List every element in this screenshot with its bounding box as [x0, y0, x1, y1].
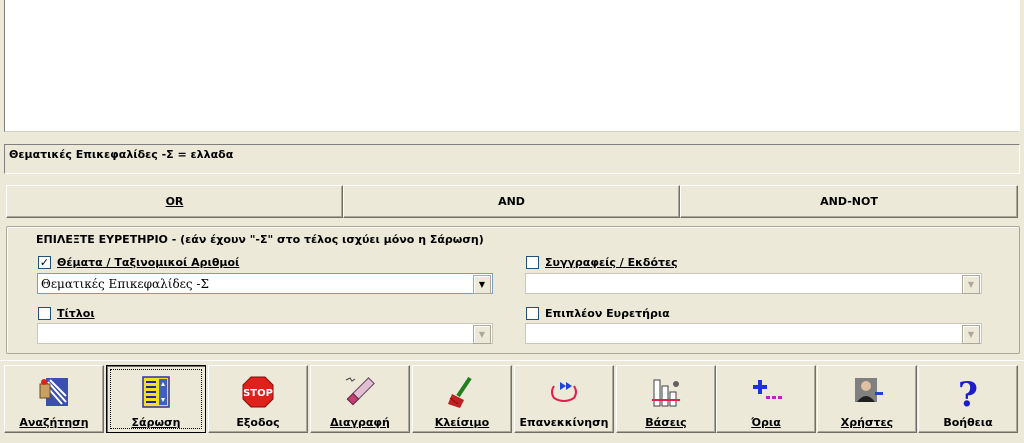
- close-button-label: Κλείσιμο: [434, 416, 490, 429]
- search-button-label: Αναζήτηση: [19, 416, 89, 429]
- subjects-select[interactable]: Θεματικές Επικεφαλίδες -Σ ▼: [37, 273, 493, 294]
- stop-icon: STOP: [242, 376, 274, 408]
- more-indexes-label: Επιπλέον Ευρετήρια: [545, 307, 670, 320]
- close-button[interactable]: Κλείσιμο: [412, 365, 512, 433]
- users-button-label: Χρήστες: [840, 416, 894, 429]
- delete-button-label: Διαγραφή: [330, 416, 390, 429]
- help-button-label: Βοήθεια: [943, 416, 993, 429]
- help-button[interactable]: ? Βοήθεια: [918, 365, 1018, 433]
- users-button[interactable]: Χρήστες: [817, 365, 917, 433]
- chevron-down-icon[interactable]: ▼: [962, 325, 980, 344]
- restart-icon: [551, 382, 577, 402]
- limits-button-label: Όρια: [751, 416, 781, 429]
- and-button-label: AND: [498, 195, 525, 208]
- more-indexes-select[interactable]: ▼: [525, 323, 982, 344]
- check-mark-icon: ✓: [39, 256, 50, 269]
- subjects-label: Θέματα / Ταξινομικοί Αριθμοί: [57, 256, 240, 269]
- browse-icon: [142, 376, 170, 408]
- users-icon: [855, 378, 883, 402]
- databases-button[interactable]: Βάσεις: [616, 365, 716, 433]
- authors-label: Συγγραφείς / Εκδότες: [545, 256, 678, 269]
- chevron-down-icon[interactable]: ▼: [473, 325, 491, 344]
- and-not-button-label: AND-NOT: [820, 195, 878, 208]
- and-button[interactable]: AND: [343, 185, 680, 218]
- limits-button[interactable]: Όρια: [716, 365, 816, 433]
- restart-button-label: Επανεκκίνηση: [519, 416, 609, 429]
- chevron-down-icon[interactable]: ▼: [962, 275, 980, 294]
- and-not-button[interactable]: AND-NOT: [680, 185, 1018, 218]
- or-button-label: OR: [165, 195, 184, 208]
- authors-checkbox[interactable]: [526, 256, 539, 269]
- databases-icon: [652, 379, 680, 407]
- search-icon: [39, 378, 68, 406]
- svg-text:?: ?: [958, 375, 978, 410]
- more-indexes-checkbox[interactable]: [526, 307, 539, 320]
- index-group-title: ΕΠΙΛΕΞΤΕ ΕΥΡΕΤΗΡΙΟ - (εάν έχουν "-Σ" στο…: [36, 233, 484, 246]
- subjects-checkbox[interactable]: ✓: [38, 256, 51, 269]
- restart-button[interactable]: Επανεκκίνηση: [514, 365, 614, 433]
- titles-checkbox[interactable]: [38, 307, 51, 320]
- broom-icon: [448, 376, 472, 408]
- search-button[interactable]: Αναζήτηση: [4, 365, 104, 433]
- delete-button[interactable]: Διαγραφή: [310, 365, 410, 433]
- authors-select[interactable]: ▼: [525, 273, 982, 294]
- exit-button-label: Εξοδος: [236, 416, 280, 429]
- query-display: Θεματικές Επικεφαλίδες -Σ = ελλαδα: [4, 144, 1020, 174]
- chevron-down-icon[interactable]: ▼: [473, 275, 491, 294]
- browse-button-label: Σάρωση: [131, 416, 181, 429]
- svg-text:STOP: STOP: [243, 388, 273, 399]
- limits-icon: [753, 380, 782, 399]
- titles-select[interactable]: ▼: [37, 323, 493, 344]
- titles-label: Τίτλοι: [57, 307, 95, 320]
- databases-button-label: Βάσεις: [645, 416, 687, 429]
- or-button[interactable]: OR: [6, 185, 343, 218]
- help-icon: ?: [958, 375, 978, 410]
- results-area[interactable]: [4, 0, 1020, 132]
- browse-button[interactable]: Σάρωση: [106, 365, 206, 433]
- eraser-icon: [345, 377, 375, 406]
- exit-button[interactable]: STOP Εξοδος: [208, 365, 308, 433]
- subjects-select-value: Θεματικές Επικεφαλίδες -Σ: [41, 276, 209, 291]
